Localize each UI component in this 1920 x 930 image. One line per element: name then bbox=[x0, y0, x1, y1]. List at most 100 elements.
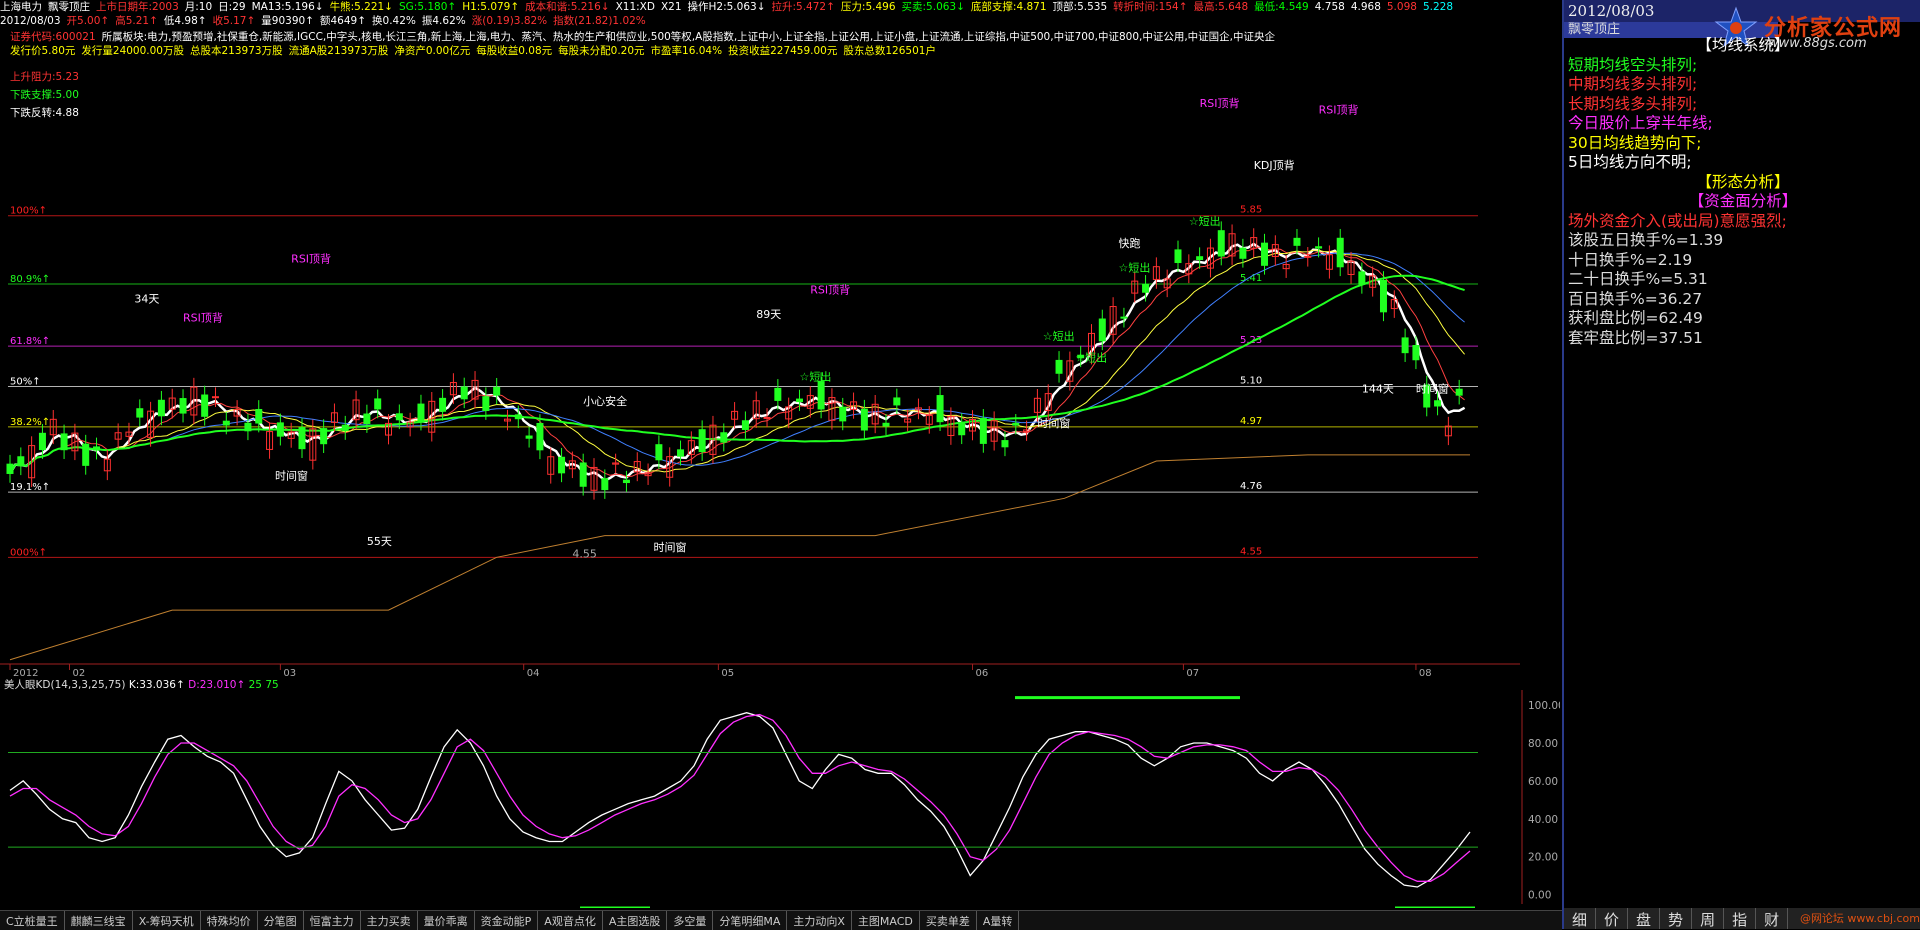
candle-body[interactable] bbox=[958, 422, 966, 436]
candle-body[interactable] bbox=[136, 408, 144, 418]
indicator-tab[interactable]: 分笔图 bbox=[258, 911, 304, 930]
candle-body[interactable] bbox=[1217, 230, 1225, 257]
indicator-tab[interactable]: 主力买卖 bbox=[361, 911, 418, 930]
indicator-tab[interactable]: C立桩量王 bbox=[0, 911, 65, 930]
candle-body[interactable] bbox=[979, 417, 987, 444]
candle-body[interactable] bbox=[60, 433, 68, 451]
candle-body[interactable] bbox=[439, 397, 447, 412]
indicator-tab[interactable]: 分笔明细MA bbox=[713, 911, 788, 930]
panel-tab[interactable]: 价 bbox=[1596, 908, 1629, 929]
candle-body[interactable] bbox=[558, 456, 566, 474]
candle-body[interactable] bbox=[17, 456, 25, 467]
indicator-tab[interactable]: 多空量 bbox=[667, 911, 714, 930]
indicator-tab[interactable]: 量价乖离 bbox=[418, 911, 475, 930]
candle-body[interactable] bbox=[1315, 246, 1323, 249]
chart-annotation: RSI顶背 bbox=[291, 251, 331, 265]
candle-body[interactable] bbox=[1098, 318, 1106, 342]
indicator-tab[interactable]: 特殊均价 bbox=[201, 911, 258, 930]
candle-body[interactable] bbox=[622, 479, 630, 484]
candle-body[interactable] bbox=[1239, 247, 1247, 259]
candle-body[interactable] bbox=[817, 381, 825, 410]
candle-body[interactable] bbox=[1293, 237, 1301, 246]
indicator-tab[interactable]: 主图MACD bbox=[852, 911, 920, 930]
candle-body[interactable] bbox=[1174, 249, 1182, 264]
candle-body[interactable] bbox=[839, 406, 847, 422]
chart-annotation: KDJ顶背 bbox=[1254, 158, 1295, 172]
indicator-tab[interactable]: 买卖单差 bbox=[920, 911, 977, 930]
candle-body[interactable] bbox=[1012, 422, 1020, 426]
candle-body[interactable] bbox=[1379, 279, 1387, 313]
candle-body[interactable] bbox=[93, 446, 101, 451]
candle-body[interactable] bbox=[601, 478, 609, 491]
candle-body[interactable] bbox=[298, 427, 306, 450]
indicator-tab[interactable]: 主力动向X bbox=[787, 911, 852, 930]
indicator-tab[interactable]: A观音点化 bbox=[538, 911, 603, 930]
candle-body[interactable] bbox=[893, 397, 901, 406]
candle-body[interactable] bbox=[493, 386, 501, 396]
candle-body[interactable] bbox=[374, 398, 382, 410]
candle-body[interactable] bbox=[936, 395, 944, 423]
candle-body[interactable] bbox=[525, 435, 533, 439]
panel-tab[interactable]: 财 bbox=[1756, 908, 1789, 929]
candle-body[interactable] bbox=[341, 424, 349, 432]
candle-body[interactable] bbox=[1196, 256, 1204, 261]
candle-body[interactable] bbox=[1401, 337, 1409, 354]
candle-body[interactable] bbox=[655, 444, 663, 461]
panel-tab[interactable]: 盘 bbox=[1628, 908, 1661, 929]
candle-body[interactable] bbox=[1001, 440, 1009, 448]
candle-body[interactable] bbox=[860, 408, 868, 431]
candle-body[interactable] bbox=[1412, 345, 1420, 361]
panel-tab[interactable]: 细 bbox=[1564, 908, 1597, 929]
candle-body[interactable] bbox=[763, 416, 771, 419]
candle-body[interactable] bbox=[211, 396, 219, 399]
panel-tab[interactable]: 指 bbox=[1724, 908, 1757, 929]
candle-body[interactable] bbox=[363, 413, 371, 425]
candle-body[interactable] bbox=[1455, 388, 1463, 396]
candle-body[interactable] bbox=[255, 408, 263, 424]
indicator-tab[interactable]: A主图选股 bbox=[603, 911, 668, 930]
candle-body[interactable] bbox=[1055, 359, 1063, 374]
indicator-tab[interactable]: 麒麟三线宝 bbox=[65, 911, 133, 930]
candle-body[interactable] bbox=[1336, 237, 1344, 268]
candle-body[interactable] bbox=[38, 432, 46, 451]
candle-body[interactable] bbox=[677, 449, 685, 457]
candle-body[interactable] bbox=[1261, 242, 1269, 266]
candle-body[interactable] bbox=[795, 398, 803, 403]
panel-tab[interactable]: 周 bbox=[1692, 908, 1725, 929]
candle-body[interactable] bbox=[1120, 316, 1128, 319]
candle-body[interactable] bbox=[417, 403, 425, 422]
candle-body[interactable] bbox=[179, 398, 187, 414]
candle-body[interactable] bbox=[1434, 400, 1442, 407]
candle-body[interactable] bbox=[460, 386, 468, 400]
candle-body[interactable] bbox=[6, 463, 14, 474]
candle-body[interactable] bbox=[1142, 283, 1150, 293]
candle-body[interactable] bbox=[741, 420, 749, 430]
candle-body[interactable] bbox=[244, 422, 252, 432]
candle-body[interactable] bbox=[579, 462, 587, 487]
candle-body[interactable] bbox=[201, 394, 209, 417]
candle-body[interactable] bbox=[276, 422, 284, 437]
candle-body[interactable] bbox=[320, 428, 328, 445]
candle-body[interactable] bbox=[774, 387, 782, 401]
candle-body[interactable] bbox=[1304, 255, 1312, 258]
candle-body[interactable] bbox=[222, 420, 230, 426]
candle-body[interactable] bbox=[720, 432, 728, 443]
candle-body[interactable] bbox=[698, 429, 706, 453]
kd-y-tick-label: 0.00 bbox=[1528, 890, 1551, 902]
candle-body[interactable] bbox=[882, 422, 890, 427]
candle-body[interactable] bbox=[395, 413, 403, 421]
indicator-tab[interactable]: A量转 bbox=[977, 911, 1020, 930]
candle-body[interactable] bbox=[514, 414, 522, 420]
kd-chart[interactable]: 100.00 80.00 60.00 40.00 20.00 0.00 bbox=[0, 690, 1560, 908]
candle-body[interactable] bbox=[157, 399, 165, 417]
price-chart[interactable]: 6.005.805.605.405.205.004.804.604.405.17… bbox=[0, 56, 1520, 676]
candle-body[interactable] bbox=[82, 443, 90, 466]
candle-body[interactable] bbox=[482, 396, 490, 412]
panel-tab[interactable]: 势 bbox=[1660, 908, 1693, 929]
indicator-tab[interactable]: 资金动能P bbox=[475, 911, 539, 930]
candle-body[interactable] bbox=[536, 422, 544, 451]
candle-body[interactable] bbox=[1358, 271, 1366, 285]
header-row1-item: X21 bbox=[660, 1, 682, 13]
indicator-tab[interactable]: 恒富主力 bbox=[304, 911, 361, 930]
indicator-tab[interactable]: X-筹码天机 bbox=[133, 911, 201, 930]
